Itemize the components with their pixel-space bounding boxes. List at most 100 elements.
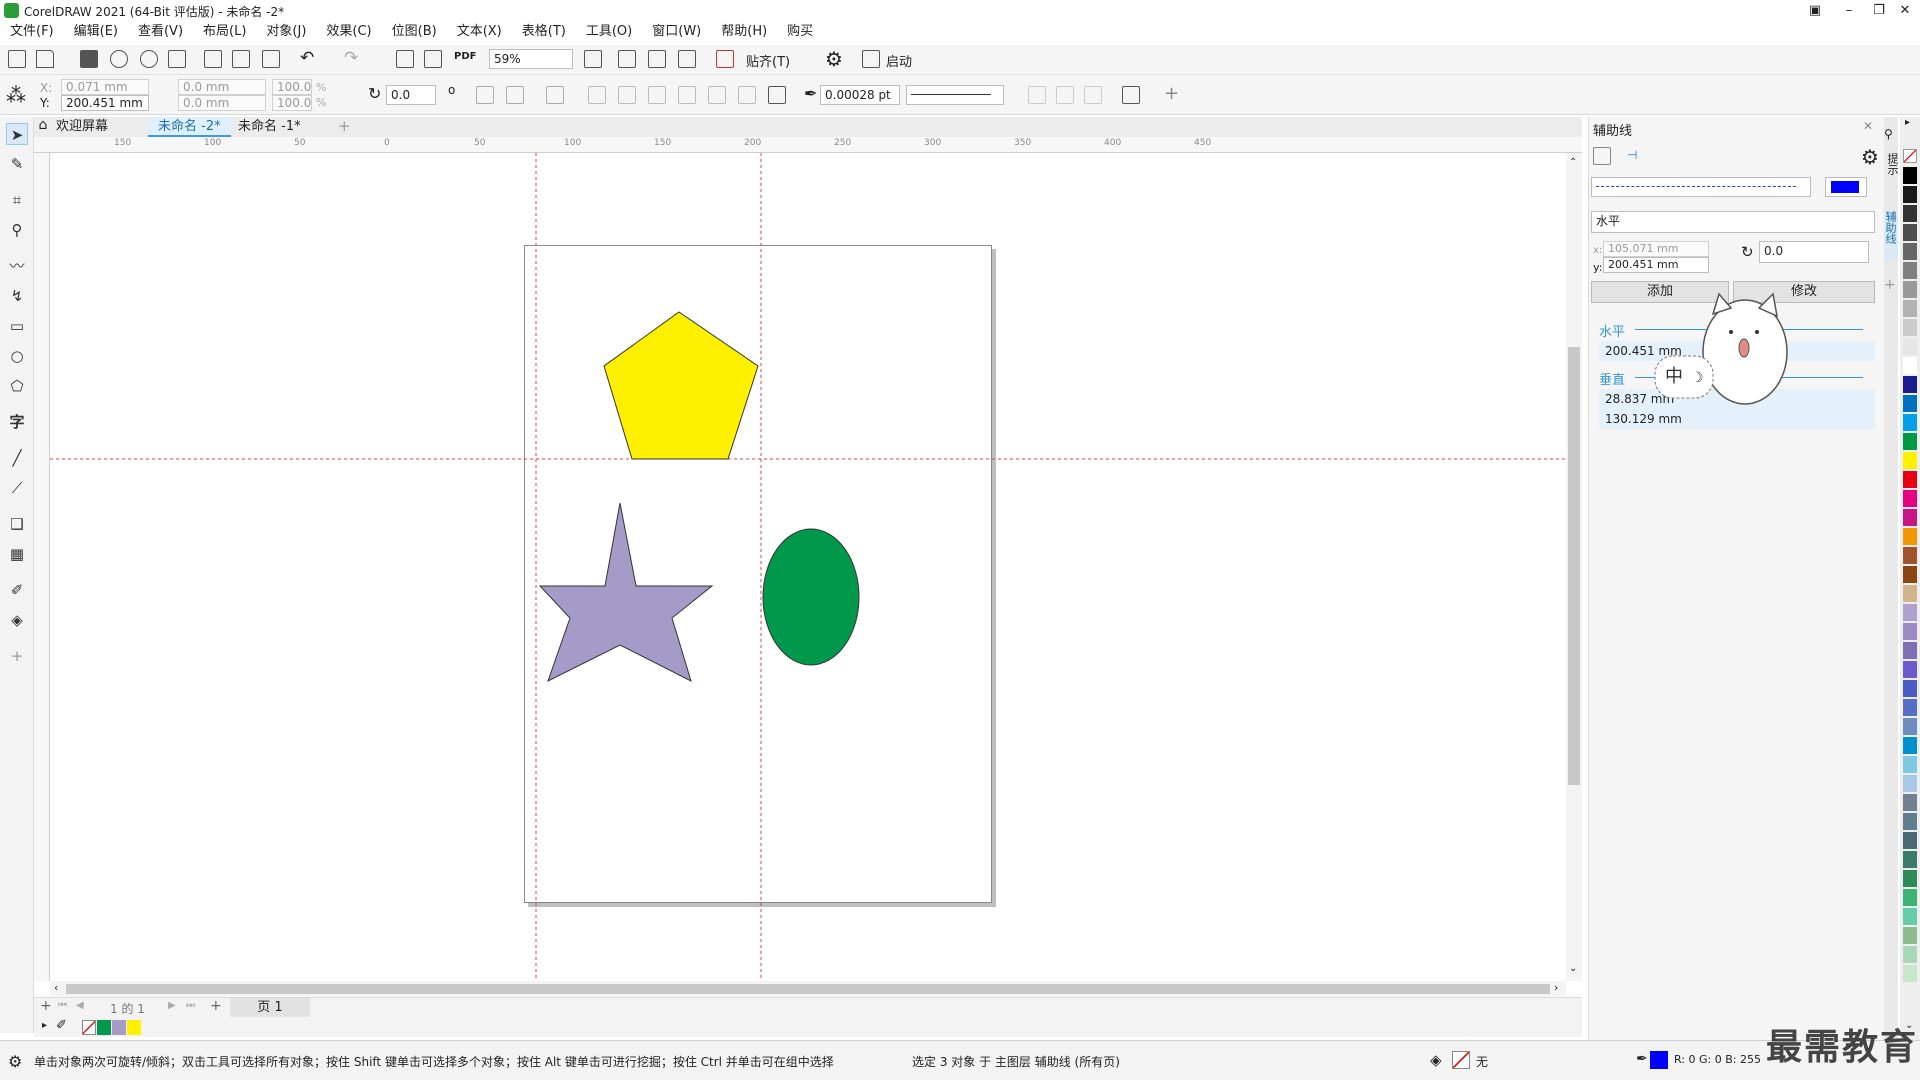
palette-swatch[interactable] (1903, 509, 1917, 526)
yellow-swatch[interactable] (127, 1020, 141, 1035)
palette-swatch[interactable] (1903, 794, 1917, 811)
text-tool-icon[interactable]: 字 (6, 411, 28, 433)
horizontal-scrollbar[interactable]: ‹ › (50, 981, 1566, 997)
front-minus-back-icon[interactable] (708, 86, 726, 104)
palette-swatch[interactable] (1903, 737, 1917, 754)
palette-swatch[interactable] (1903, 300, 1917, 317)
pick-tool-icon[interactable]: ➤ (6, 123, 28, 145)
mirror-v-icon[interactable] (506, 86, 524, 104)
hints-side-tab[interactable]: 提示 (1884, 153, 1900, 175)
vertical-scroll-thumb[interactable] (1568, 347, 1580, 785)
no-color-swatch[interactable] (82, 1020, 96, 1035)
freehand-tool-icon[interactable]: 〰 (6, 255, 28, 277)
crop-tool-icon[interactable]: ⌗ (6, 189, 28, 211)
connector-tool-icon[interactable]: ⟋ (6, 477, 28, 499)
cloud-download-icon[interactable] (110, 50, 128, 68)
ellipse-tool-icon[interactable]: ○ (6, 345, 28, 367)
add-page-before-icon[interactable]: + (40, 998, 52, 1014)
no-fill-swatch[interactable] (1903, 149, 1917, 163)
guide-x-field[interactable]: 105.071 mm (1603, 241, 1709, 257)
lavender-swatch[interactable] (112, 1020, 126, 1035)
width-field[interactable]: 0.0 mm (178, 79, 266, 95)
docker-close-icon[interactable]: ✕ (1863, 119, 1873, 133)
wrap-text-icon[interactable] (546, 86, 564, 104)
print-icon[interactable] (168, 50, 186, 68)
minimize-button[interactable]: – (1832, 0, 1866, 22)
menu-item[interactable]: 工具(O) (576, 22, 642, 42)
start-arrow-icon[interactable] (1028, 86, 1046, 104)
palette-swatch[interactable] (1903, 832, 1917, 849)
intersect-icon[interactable] (648, 86, 666, 104)
palette-swatch[interactable] (1903, 661, 1917, 678)
zoom-level-field[interactable]: 59% (489, 49, 573, 69)
document-tab[interactable]: 未命名 -1* (228, 117, 311, 137)
prev-page-icon[interactable]: ◀ (76, 1000, 84, 1011)
full-screen-icon[interactable] (584, 50, 602, 68)
horizontal-scroll-thumb[interactable] (66, 984, 1550, 994)
side-add-icon[interactable]: + (1884, 277, 1896, 293)
palette-swatch[interactable] (1903, 813, 1917, 830)
palette-swatch[interactable] (1903, 471, 1917, 488)
zoom-tool-icon[interactable]: ⚲ (6, 219, 28, 241)
mirror-h-icon[interactable] (476, 86, 494, 104)
palette-swatch[interactable] (1903, 908, 1917, 925)
palette-swatch[interactable] (1903, 414, 1917, 431)
palette-swatch[interactable] (1903, 528, 1917, 545)
back-minus-front-icon[interactable] (738, 86, 756, 104)
menu-item[interactable]: 编辑(E) (64, 22, 128, 42)
document-tab[interactable]: 未命名 -2* (148, 117, 231, 137)
cut-icon[interactable] (204, 50, 222, 68)
scroll-down-icon[interactable]: ⌄ (1569, 963, 1577, 974)
guide-angle-field[interactable]: 0.0 (1759, 241, 1869, 263)
palette-swatch[interactable] (1903, 357, 1917, 374)
palette-swatch[interactable] (1903, 224, 1917, 241)
new-document-icon[interactable] (8, 50, 26, 68)
align-distribute-icon[interactable] (1122, 86, 1140, 104)
palette-swatch[interactable] (1903, 566, 1917, 583)
palette-swatch[interactable] (1903, 205, 1917, 222)
first-page-icon[interactable]: ⏮ (58, 1000, 67, 1011)
outline-width-field[interactable]: 0.00028 pt (820, 85, 900, 105)
save-icon[interactable] (80, 50, 98, 68)
height-field[interactable]: 0.0 mm (178, 95, 266, 111)
palette-swatch[interactable] (1903, 756, 1917, 773)
palette-swatch[interactable] (1903, 243, 1917, 260)
transparency-icon[interactable]: ▦ (6, 543, 28, 565)
palette-swatch[interactable] (1903, 699, 1917, 716)
palette-swatch[interactable] (1903, 186, 1917, 203)
guide-color-picker[interactable] (1825, 177, 1867, 197)
menu-item[interactable]: 文件(F) (0, 22, 64, 42)
palette-swatch[interactable] (1903, 585, 1917, 602)
add-page-after-icon[interactable]: + (210, 998, 222, 1014)
menu-item[interactable]: 帮助(H) (711, 22, 777, 42)
snap-to-dropdown[interactable]: 贴齐(T) (746, 51, 790, 70)
trim-icon[interactable] (618, 86, 636, 104)
scroll-left-icon[interactable]: ‹ (54, 981, 58, 994)
vertical-guide-item[interactable]: 130.129 mm (1599, 409, 1875, 429)
palette-swatch[interactable] (1903, 167, 1917, 184)
restore-icon[interactable]: ▣ (1798, 0, 1832, 22)
guide-preset-icon[interactable] (1593, 147, 1611, 165)
add-tool-icon[interactable]: + (1164, 83, 1179, 104)
show-rulers-icon[interactable] (618, 50, 636, 68)
palette-swatch[interactable] (1903, 870, 1917, 887)
palette-swatch[interactable] (1903, 604, 1917, 621)
palette-swatch[interactable] (1903, 680, 1917, 697)
close-button[interactable]: ✕ (1888, 0, 1920, 22)
horizontal-guides-header[interactable]: 水平 (1599, 321, 1625, 340)
orientation-dropdown[interactable]: 水平 (1591, 211, 1875, 233)
open-icon[interactable] (36, 50, 54, 68)
interactive-fill-icon[interactable]: ◈ (6, 609, 28, 631)
weld-icon[interactable] (588, 86, 606, 104)
menu-item[interactable]: 对象(J) (256, 22, 316, 42)
x-position-field[interactable]: 0.071 mm (61, 79, 149, 95)
document-tab[interactable]: 欢迎屏幕 (46, 117, 118, 137)
y-position-field[interactable]: 200.451 mm (61, 95, 149, 111)
green-swatch[interactable] (97, 1020, 111, 1035)
simplify-icon[interactable] (678, 86, 696, 104)
show-grid-icon[interactable] (648, 50, 666, 68)
add-tool-plus-icon[interactable]: + (6, 645, 28, 667)
artistic-media-icon[interactable]: ↯ (6, 285, 28, 307)
ellipse-shape[interactable] (762, 528, 860, 666)
outline-color-swatch[interactable] (1650, 1051, 1668, 1069)
